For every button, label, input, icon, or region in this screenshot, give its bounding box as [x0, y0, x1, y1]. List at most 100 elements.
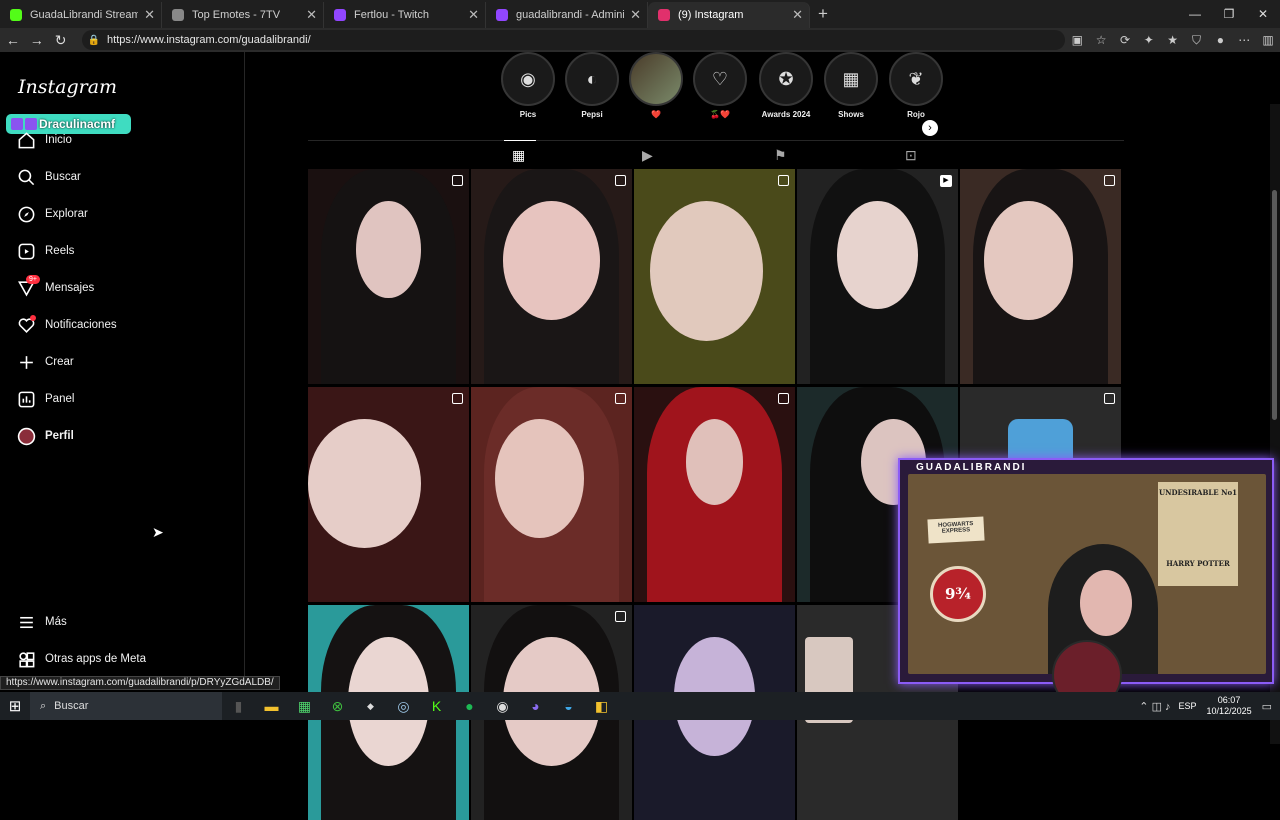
- epic-games-icon[interactable]: ◆: [354, 701, 387, 712]
- task-view-icon[interactable]: ▮: [222, 698, 255, 715]
- profile-avatar[interactable]: ●: [1208, 33, 1232, 47]
- close-icon[interactable]: ✕: [468, 7, 479, 23]
- favorite-star-icon[interactable]: ☆: [1089, 33, 1113, 47]
- close-icon[interactable]: ✕: [306, 7, 317, 23]
- sidebar-item-perfil[interactable]: Perfil: [14, 422, 74, 450]
- steam-icon[interactable]: ◎: [387, 698, 420, 715]
- post-thumbnail[interactable]: [471, 169, 632, 384]
- more-icon[interactable]: ⋯: [1232, 33, 1256, 47]
- app-icon[interactable]: ▦: [288, 698, 321, 715]
- sidebar-item-label: Perfil: [45, 430, 74, 442]
- shield-icon[interactable]: ⛉: [1185, 33, 1209, 48]
- post-thumbnail[interactable]: [471, 387, 632, 602]
- clock[interactable]: 06:07 10/12/2025: [1207, 695, 1252, 717]
- xbox-icon[interactable]: ⊗: [321, 698, 354, 715]
- tray-icons[interactable]: ⌃ ◫ ♪: [1139, 700, 1170, 713]
- highlight-item[interactable]: ◉ Pics: [498, 52, 558, 119]
- edge-icon[interactable]: ◒: [552, 698, 585, 714]
- close-icon[interactable]: ✕: [144, 7, 155, 23]
- highlight-item[interactable]: ✪ Awards 2024: [756, 52, 816, 119]
- sidebar-item-notificaciones[interactable]: Notificaciones: [14, 311, 117, 339]
- highlight-item[interactable]: ❦ Rojo: [886, 52, 946, 119]
- lock-icon: 🔒: [87, 34, 101, 46]
- browser-tab[interactable]: Fertlou - Twitch ✕: [324, 2, 486, 28]
- 7tv-icon: [172, 9, 184, 21]
- clock-date: 10/12/2025: [1206, 706, 1252, 716]
- highlight-item[interactable]: ❤️: [626, 52, 686, 119]
- language-indicator[interactable]: ESP: [1179, 701, 1197, 711]
- sidebar-item-inicio[interactable]: Inicio: [14, 126, 72, 154]
- sidebar-item-label: Panel: [45, 393, 75, 405]
- sidebar-item-label: Buscar: [45, 171, 81, 183]
- search-placeholder: Buscar: [54, 700, 89, 712]
- reload-icon[interactable]: ↻: [50, 32, 72, 49]
- highlight-item[interactable]: ♡ 🍒❤️: [690, 52, 750, 119]
- sidebar-item-buscar[interactable]: Buscar: [14, 163, 81, 191]
- file-explorer-icon[interactable]: ▬: [255, 698, 288, 714]
- notification-dot: [30, 315, 36, 321]
- instagram-logo[interactable]: Instagram: [18, 76, 117, 98]
- post-thumbnail[interactable]: [308, 169, 469, 384]
- tagged-icon[interactable]: ⊡: [905, 147, 917, 164]
- chevron-right-icon[interactable]: ›: [922, 120, 938, 136]
- sidebar-item-meta-apps[interactable]: Otras apps de Meta: [14, 645, 146, 673]
- grid-icon[interactable]: ▦: [503, 140, 537, 164]
- hogwarts-sign: HOGWARTS EXPRESS: [927, 516, 985, 544]
- favorites-icon[interactable]: ★: [1161, 33, 1185, 47]
- platform-sign: 9¾: [930, 566, 986, 622]
- back-icon[interactable]: ←: [2, 32, 24, 48]
- app-icon[interactable]: ◧: [585, 698, 618, 715]
- post-thumbnail[interactable]: [634, 169, 795, 384]
- minimize-icon[interactable]: —: [1178, 0, 1212, 28]
- refresh-extension-icon[interactable]: ⟳: [1113, 33, 1137, 47]
- bookmark-icon[interactable]: ⚑: [774, 147, 787, 164]
- close-window-icon[interactable]: ✕: [1246, 0, 1280, 28]
- sidebar-icon[interactable]: ▥: [1256, 33, 1280, 47]
- notifications-icon[interactable]: ▭: [1262, 700, 1272, 713]
- sidebar-item-crear[interactable]: Crear: [14, 348, 74, 376]
- sidebar-item-explorar[interactable]: Explorar: [14, 200, 88, 228]
- app-available-icon[interactable]: ▣: [1065, 33, 1089, 47]
- close-icon[interactable]: ✕: [792, 7, 803, 23]
- highlight-label: Rojo: [907, 110, 925, 119]
- url-input[interactable]: 🔒 https://www.instagram.com/guadalibrandi…: [81, 30, 1066, 50]
- taskbar-search[interactable]: ⌕ Buscar: [30, 692, 222, 720]
- carousel-icon: [615, 393, 626, 404]
- kick-icon[interactable]: K: [420, 698, 453, 714]
- sidebar-item-reels[interactable]: Reels: [14, 237, 74, 265]
- tab-title: GuadaLibrandi Stream - Watch Liv: [30, 9, 139, 21]
- highlight-item[interactable]: ▦ Shows: [821, 52, 881, 119]
- browser-tab-active[interactable]: (9) Instagram ✕: [648, 2, 810, 28]
- browser-tab[interactable]: guadalibrandi - Administrador de ✕: [486, 2, 648, 28]
- maximize-icon[interactable]: ❐: [1212, 0, 1246, 28]
- close-icon[interactable]: ✕: [630, 7, 641, 23]
- sidebar-item-label: Notificaciones: [45, 319, 117, 331]
- browser-tab[interactable]: GuadaLibrandi Stream - Watch Liv ✕: [0, 2, 162, 28]
- highlight-label: Pics: [519, 110, 537, 119]
- obs-icon[interactable]: ◉: [486, 698, 519, 715]
- browser-tab-bar: GuadaLibrandi Stream - Watch Liv ✕ Top Em…: [0, 0, 1280, 28]
- carousel-icon: [778, 393, 789, 404]
- spotify-icon[interactable]: ●: [453, 698, 486, 714]
- windows-start-icon[interactable]: ⊞: [0, 697, 30, 715]
- highlight-photo: [629, 52, 683, 106]
- window-controls: — ❐ ✕: [1178, 0, 1280, 28]
- reels-icon[interactable]: ▶: [642, 147, 653, 164]
- scrollbar-thumb[interactable]: [1272, 190, 1277, 420]
- meta-apps-icon: [14, 647, 38, 671]
- hearts-icon: ♡: [693, 52, 747, 106]
- sidebar-item-panel[interactable]: Panel: [14, 385, 74, 413]
- highlight-item[interactable]: ◐ Pepsi: [562, 52, 622, 119]
- forward-icon[interactable]: →: [26, 32, 48, 48]
- post-thumbnail[interactable]: [634, 387, 795, 602]
- browser-tab[interactable]: Top Emotes - 7TV ✕: [162, 2, 324, 28]
- sidebar-item-mas[interactable]: Más: [14, 608, 67, 636]
- sidebar-item-mensajes[interactable]: 9+ Mensajes: [14, 274, 94, 302]
- post-thumbnail[interactable]: ▶: [797, 169, 958, 384]
- new-tab-button[interactable]: +: [810, 2, 836, 28]
- discord-icon[interactable]: ◕: [519, 698, 552, 714]
- post-thumbnail[interactable]: [308, 387, 469, 602]
- post-thumbnail[interactable]: [960, 169, 1121, 384]
- carousel-icon: [1104, 393, 1115, 404]
- extensions-icon[interactable]: ✦: [1137, 33, 1161, 47]
